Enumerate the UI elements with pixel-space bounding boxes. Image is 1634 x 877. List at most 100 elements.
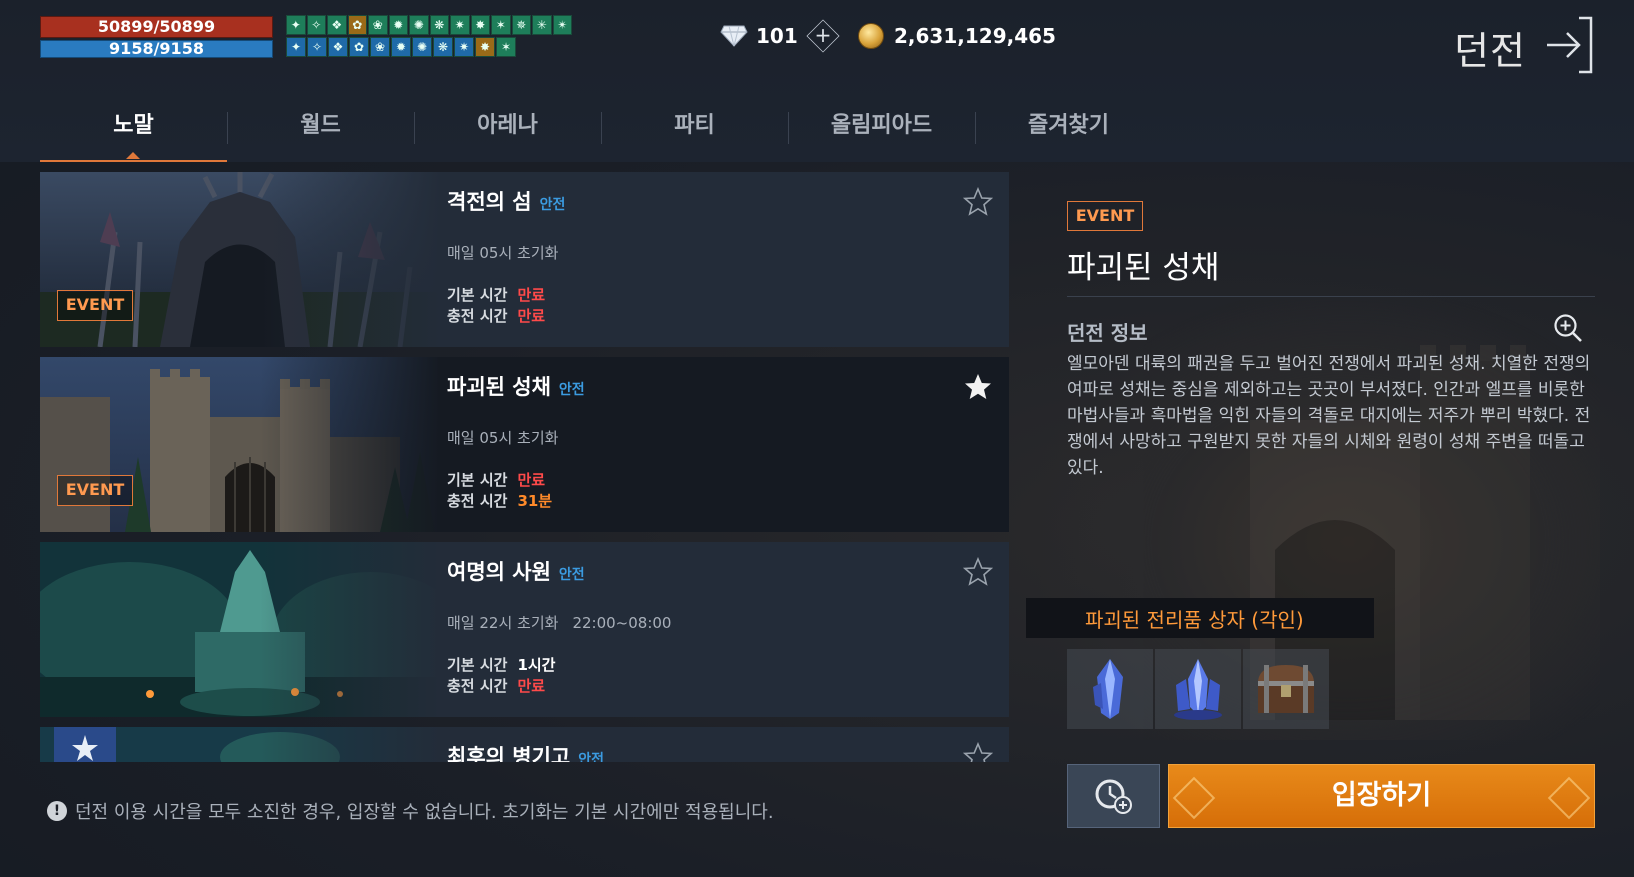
zoom-in-icon[interactable] [1553, 313, 1583, 343]
reset-info: 매일 05시 초기화 [447, 429, 559, 447]
buff-icon[interactable]: ❋ [429, 15, 449, 35]
buff-icon[interactable]: ✦ [286, 37, 306, 57]
star-outline-icon[interactable] [963, 557, 993, 587]
treasure-chest-icon [1258, 665, 1314, 713]
dungeon-card-selected[interactable]: EVENT 파괴된 성채 안전 매일 05시 초기화 기본 시간 만료 충전 시간 3… [40, 357, 1009, 532]
dungeon-name-text: 최후의 병기고 [447, 745, 571, 762]
charge-time-value: 만료 [517, 677, 546, 695]
buff-icon[interactable]: ✶ [496, 37, 516, 57]
buff-icon[interactable]: ✹ [391, 37, 411, 57]
category-tabs: 노말 월드 아레나 파티 올림피아드 즐겨찾기 [40, 100, 1162, 162]
charge-time-value: 만료 [517, 307, 546, 325]
buff-icon[interactable]: ❖ [328, 37, 348, 57]
tab-favorites[interactable]: 즐겨찾기 [975, 100, 1162, 162]
enter-button[interactable]: 입장하기 [1168, 764, 1595, 828]
event-badge: EVENT [1067, 201, 1143, 231]
safety-badge: 안전 [539, 197, 566, 213]
base-time-row: 기본 시간 1시간 [447, 654, 555, 675]
base-time-label: 기본 시간 [447, 656, 508, 674]
charge-time-row: 충전 시간 만료 [447, 305, 545, 326]
history-button[interactable] [1067, 764, 1160, 828]
buff-icon[interactable]: ✶ [491, 15, 511, 35]
safety-badge: 안전 [558, 567, 585, 583]
notice-text: 던전 이용 시간을 모두 소진한 경우, 입장할 수 없습니다. 초기화는 기본… [75, 802, 774, 823]
charge-time-row: 충전 시간 31분 [447, 490, 552, 511]
event-badge: EVENT [57, 475, 133, 506]
buff-icon[interactable]: ✸ [475, 37, 495, 57]
star-outline-icon[interactable] [963, 187, 993, 217]
base-time-value: 1시간 [517, 656, 556, 674]
hp-bar: 50899/50899 [40, 16, 273, 38]
tab-olympiad[interactable]: 올림피아드 [788, 100, 975, 162]
dungeon-card[interactable]: 최후의 병기고 안전 [40, 727, 1009, 762]
buff-icon[interactable]: ✸ [470, 15, 490, 35]
buff-icon[interactable]: ✿ [349, 37, 369, 57]
base-time-value: 만료 [517, 471, 546, 489]
dungeon-card[interactable]: EVENT 격전의 섬 안전 매일 05시 초기화 기본 시간 만료 충전 시간 만료 [40, 172, 1009, 347]
buff-icon[interactable]: ✷ [454, 37, 474, 57]
buff-icon[interactable]: ✺ [412, 37, 432, 57]
buff-icon[interactable]: ✳ [532, 15, 552, 35]
dungeon-name: 격전의 섬 안전 [447, 186, 565, 216]
mp-bar: 9158/9158 [40, 40, 273, 58]
reset-info: 매일 22시 초기화 22:00~08:00 [447, 612, 671, 633]
reset-info: 매일 05시 초기화 [447, 244, 559, 262]
notice: ! 던전 이용 시간을 모두 소진한 경우, 입장할 수 없습니다. 초기화는 … [47, 798, 774, 824]
buff-icon[interactable]: ❖ [327, 15, 347, 35]
buff-icon[interactable]: ✵ [511, 15, 531, 35]
buff-icon[interactable]: ✧ [306, 15, 326, 35]
charge-time-row: 충전 시간 만료 [447, 675, 545, 696]
dungeon-thumbnail [40, 542, 440, 717]
dungeon-name-text: 여명의 사원 [447, 560, 551, 584]
buff-icon[interactable]: ❋ [433, 37, 453, 57]
tab-world[interactable]: 월드 [227, 100, 414, 162]
add-diamond-button[interactable]: + [806, 19, 840, 53]
reward-list [1067, 649, 1329, 729]
dungeon-card[interactable]: 여명의 사원 안전 매일 22시 초기화 22:00~08:00 기본 시간 1시간 … [40, 542, 1009, 717]
buff-icon[interactable]: ✷ [450, 15, 470, 35]
diamond-count: 101 [756, 24, 798, 48]
reward-slot[interactable] [1155, 649, 1241, 729]
charge-time-value: 31분 [517, 492, 553, 510]
dungeon-name: 파괴된 성채 안전 [447, 371, 585, 401]
divider [1067, 296, 1595, 297]
tab-party[interactable]: 파티 [601, 100, 788, 162]
buff-icon[interactable]: ❀ [370, 37, 390, 57]
dungeon-name-text: 격전의 섬 [447, 190, 532, 214]
star-filled-icon[interactable] [963, 372, 993, 402]
gold-currency: 2,631,129,465 [858, 19, 1056, 53]
buff-icon[interactable]: ✦ [286, 15, 306, 35]
dungeon-list[interactable]: EVENT 격전의 섬 안전 매일 05시 초기화 기본 시간 만료 충전 시간 만료 [40, 172, 1009, 762]
dungeon-thumbnail [40, 727, 440, 762]
gold-count: 2,631,129,465 [894, 24, 1056, 48]
plus-icon: + [814, 24, 832, 48]
buff-icon[interactable]: ✹ [388, 15, 408, 35]
reset-text: 매일 22시 초기화 [447, 614, 559, 632]
buff-icon[interactable]: ✿ [347, 15, 367, 35]
blue-crystal-icon [1093, 659, 1123, 719]
buff-icon[interactable]: ✴ [552, 15, 572, 35]
charge-time-label: 충전 시간 [447, 307, 508, 325]
buff-icon[interactable]: ✧ [307, 37, 327, 57]
dungeon-name-text: 파괴된 성채 [447, 375, 551, 399]
base-time-row: 기본 시간 만료 [447, 284, 545, 305]
safety-badge: 안전 [578, 752, 604, 762]
base-time-value: 만료 [517, 286, 546, 304]
buff-icon[interactable]: ❀ [368, 15, 388, 35]
charge-time-label: 충전 시간 [447, 492, 508, 510]
tab-arena[interactable]: 아레나 [414, 100, 601, 162]
reward-slot[interactable] [1243, 649, 1329, 729]
diamond-icon [720, 25, 748, 47]
warning-icon: ! [47, 801, 67, 821]
buff-icon[interactable]: ✺ [409, 15, 429, 35]
reward-slot[interactable] [1067, 649, 1153, 729]
event-badge: EVENT [57, 290, 133, 321]
star-outline-icon[interactable] [963, 742, 993, 762]
charge-time-label: 충전 시간 [447, 677, 508, 695]
buff-row: ✦ ✧ ❖ ✿ ❀ ✹ ✺ ❋ ✷ ✸ ✶ ✵ ✳ ✴ [286, 15, 572, 35]
blue-crystal-cluster-icon [1174, 659, 1222, 720]
page-title: 던전 [1454, 29, 1526, 73]
dungeon-name: 최후의 병기고 안전 [447, 741, 604, 762]
reward-label: 파괴된 전리품 상자 (각인) [1085, 608, 1304, 632]
exit-icon[interactable] [1545, 16, 1595, 74]
